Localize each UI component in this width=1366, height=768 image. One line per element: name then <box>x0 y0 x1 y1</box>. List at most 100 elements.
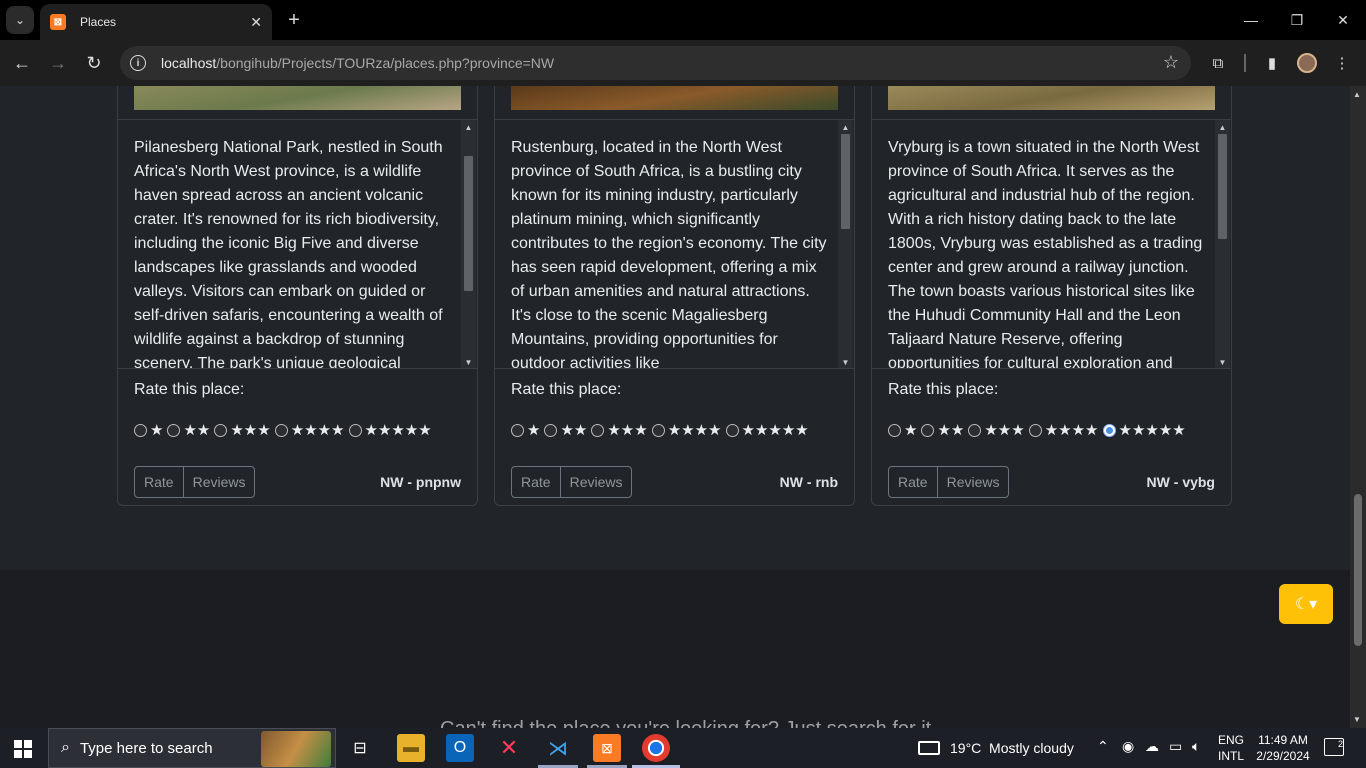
rating-radio-3[interactable] <box>214 423 228 437</box>
extensions-icon[interactable]: ⧉ <box>1207 52 1229 74</box>
onedrive-icon[interactable]: ☁ <box>1145 738 1159 755</box>
vscode-icon[interactable]: ⋊ <box>544 734 572 762</box>
rate-button[interactable]: Rate <box>889 467 937 497</box>
file-explorer-icon[interactable]: ▬ <box>397 734 425 762</box>
taskbar-search-placeholder: Type here to search <box>79 739 213 757</box>
xampp-icon[interactable]: ⊠ <box>593 734 621 762</box>
place-image <box>511 86 838 110</box>
browser-tab[interactable]: ⊠ Places ✕ <box>40 4 272 40</box>
rating-radio-4[interactable] <box>274 423 288 437</box>
scroll-up-arrow-icon[interactable]: ▲ <box>1353 90 1361 99</box>
place-description: Pilanesberg National Park, nestled in So… <box>134 139 443 369</box>
taskbar-search-box[interactable]: ⌕ Type here to search <box>48 728 336 768</box>
outlook-icon[interactable]: O <box>446 734 474 762</box>
rating-radio-5[interactable] <box>1102 423 1116 437</box>
windows-start-icon[interactable] <box>14 740 32 758</box>
search-icon: ⌕ <box>61 739 70 756</box>
meet-now-icon[interactable]: ◉ <box>1122 738 1134 755</box>
rating-radio-3[interactable] <box>968 423 982 437</box>
language-indicator[interactable]: ENG INTL <box>1218 732 1244 764</box>
notification-center-icon[interactable]: 2 <box>1324 738 1344 756</box>
reviews-button[interactable]: Reviews <box>936 467 1009 497</box>
description-scrollbar[interactable]: ▲ ▼ <box>461 120 476 368</box>
rate-button[interactable]: Rate <box>135 467 183 497</box>
profile-avatar[interactable] <box>1297 53 1317 73</box>
rating-radio-3[interactable] <box>591 423 605 437</box>
address-bar[interactable]: i localhost/bongihub/Projects/TOURza/pla… <box>120 46 1191 80</box>
tab-title: Places <box>80 15 117 29</box>
description-scrollbar[interactable]: ▲ ▼ <box>838 120 853 368</box>
description-scroll-area[interactable]: Vryburg is a town situated in the North … <box>872 119 1231 369</box>
description-scroll-thumb[interactable] <box>1218 134 1227 239</box>
language-code: ENG <box>1218 733 1245 747</box>
page-scroll-thumb[interactable] <box>1354 494 1362 646</box>
rating-radio-5[interactable] <box>725 423 739 437</box>
scroll-down-arrow-icon[interactable]: ▼ <box>1353 715 1361 724</box>
new-tab-button[interactable]: + <box>282 8 306 32</box>
side-panel-icon[interactable]: ▮ <box>1261 52 1283 74</box>
star-rating-label: ★★★★ <box>290 422 345 439</box>
description-scroll-area[interactable]: Pilanesberg National Park, nestled in So… <box>118 119 477 369</box>
rating-radio-4[interactable] <box>1028 423 1042 437</box>
star-rating-label: ★★★ <box>607 422 648 439</box>
battery-icon[interactable]: ▭ <box>1169 738 1182 755</box>
browser-toolbar: ← → ↻ i localhost/bongihub/Projects/TOUR… <box>0 40 1366 86</box>
page-scrollbar[interactable]: ▲ ▼ <box>1350 86 1366 728</box>
reviews-button[interactable]: Reviews <box>559 467 632 497</box>
rating-radio-2[interactable] <box>544 423 558 437</box>
bookmark-star-icon[interactable]: ☆ <box>1163 52 1179 73</box>
description-scroll-area[interactable]: Rustenburg, located in the North West pr… <box>495 119 854 369</box>
reviews-button[interactable]: Reviews <box>182 467 255 497</box>
theme-toggle-button[interactable]: ☾▾ <box>1279 584 1333 624</box>
place-code: NW - pnpnw <box>380 474 461 490</box>
weather-text: 19°C Mostly cloudy <box>950 740 1074 756</box>
windows-taskbar: ⌕ Type here to search ⊟ ▬ O ✕ ⋊ ⊠ 19°C M… <box>0 728 1366 768</box>
description-scroll-thumb[interactable] <box>841 134 850 229</box>
description-scroll-thumb[interactable] <box>464 155 473 291</box>
moon-icon: ☾▾ <box>1294 596 1318 613</box>
forward-icon[interactable]: → <box>45 50 71 76</box>
rating-options: ★ ★★ ★★★ ★★★★ ★★★★★ <box>134 422 436 439</box>
rate-label: Rate this place: <box>134 381 245 398</box>
back-icon[interactable]: ← <box>9 50 35 76</box>
weather-widget[interactable]: 19°C Mostly cloudy <box>918 728 1074 768</box>
reload-icon[interactable]: ↻ <box>81 50 107 76</box>
volume-icon[interactable]: 🔈︎ <box>1192 738 1200 755</box>
star-rating-label: ★ <box>527 422 541 439</box>
xmind-icon[interactable]: ✕ <box>495 734 523 762</box>
scroll-down-arrow-icon[interactable]: ▼ <box>840 358 851 367</box>
scroll-up-arrow-icon[interactable]: ▲ <box>1217 123 1228 132</box>
site-info-icon[interactable]: i <box>130 55 146 71</box>
rating-radio-1[interactable] <box>511 423 524 437</box>
tab-close-icon[interactable]: ✕ <box>250 14 262 31</box>
chevron-up-icon[interactable]: ⌃ <box>1097 738 1109 755</box>
tab-search-button[interactable]: ⌄ <box>6 6 34 34</box>
close-window-icon[interactable]: ✕ <box>1328 8 1358 32</box>
browser-tab-bar: ⌄ ⊠ Places ✕ + — ❐ ✕ <box>0 0 1366 40</box>
scroll-down-arrow-icon[interactable]: ▼ <box>1217 358 1228 367</box>
restore-icon[interactable]: ❐ <box>1282 8 1312 32</box>
rating-radio-1[interactable] <box>134 423 147 437</box>
system-clock[interactable]: 11:49 AM 2/29/2024 <box>1254 732 1312 764</box>
url-text[interactable]: localhost/bongihub/Projects/TOURza/place… <box>161 55 554 71</box>
star-rating-label: ★ <box>904 422 918 439</box>
clock-time: 11:49 AM <box>1258 733 1308 747</box>
menu-kebab-icon[interactable]: ⋮ <box>1331 52 1353 74</box>
description-scrollbar[interactable]: ▲ ▼ <box>1215 120 1230 368</box>
scroll-down-arrow-icon[interactable]: ▼ <box>463 358 474 367</box>
rating-radio-5[interactable] <box>348 423 362 437</box>
star-rating-label: ★★ <box>937 422 965 439</box>
task-view-icon[interactable]: ⊟ <box>346 734 374 762</box>
scroll-up-arrow-icon[interactable]: ▲ <box>840 123 851 132</box>
minimize-icon[interactable]: — <box>1236 8 1266 32</box>
chrome-icon[interactable] <box>642 734 670 762</box>
scroll-up-arrow-icon[interactable]: ▲ <box>463 123 474 132</box>
place-card: Pilanesberg National Park, nestled in So… <box>117 86 478 506</box>
rating-radio-2[interactable] <box>167 423 181 437</box>
rating-radio-2[interactable] <box>921 423 935 437</box>
footer-section: Can't find the place you're looking for?… <box>0 570 1350 728</box>
rate-button[interactable]: Rate <box>512 467 560 497</box>
rating-radio-4[interactable] <box>651 423 665 437</box>
place-card: Rustenburg, located in the North West pr… <box>494 86 855 506</box>
rating-radio-1[interactable] <box>888 423 901 437</box>
